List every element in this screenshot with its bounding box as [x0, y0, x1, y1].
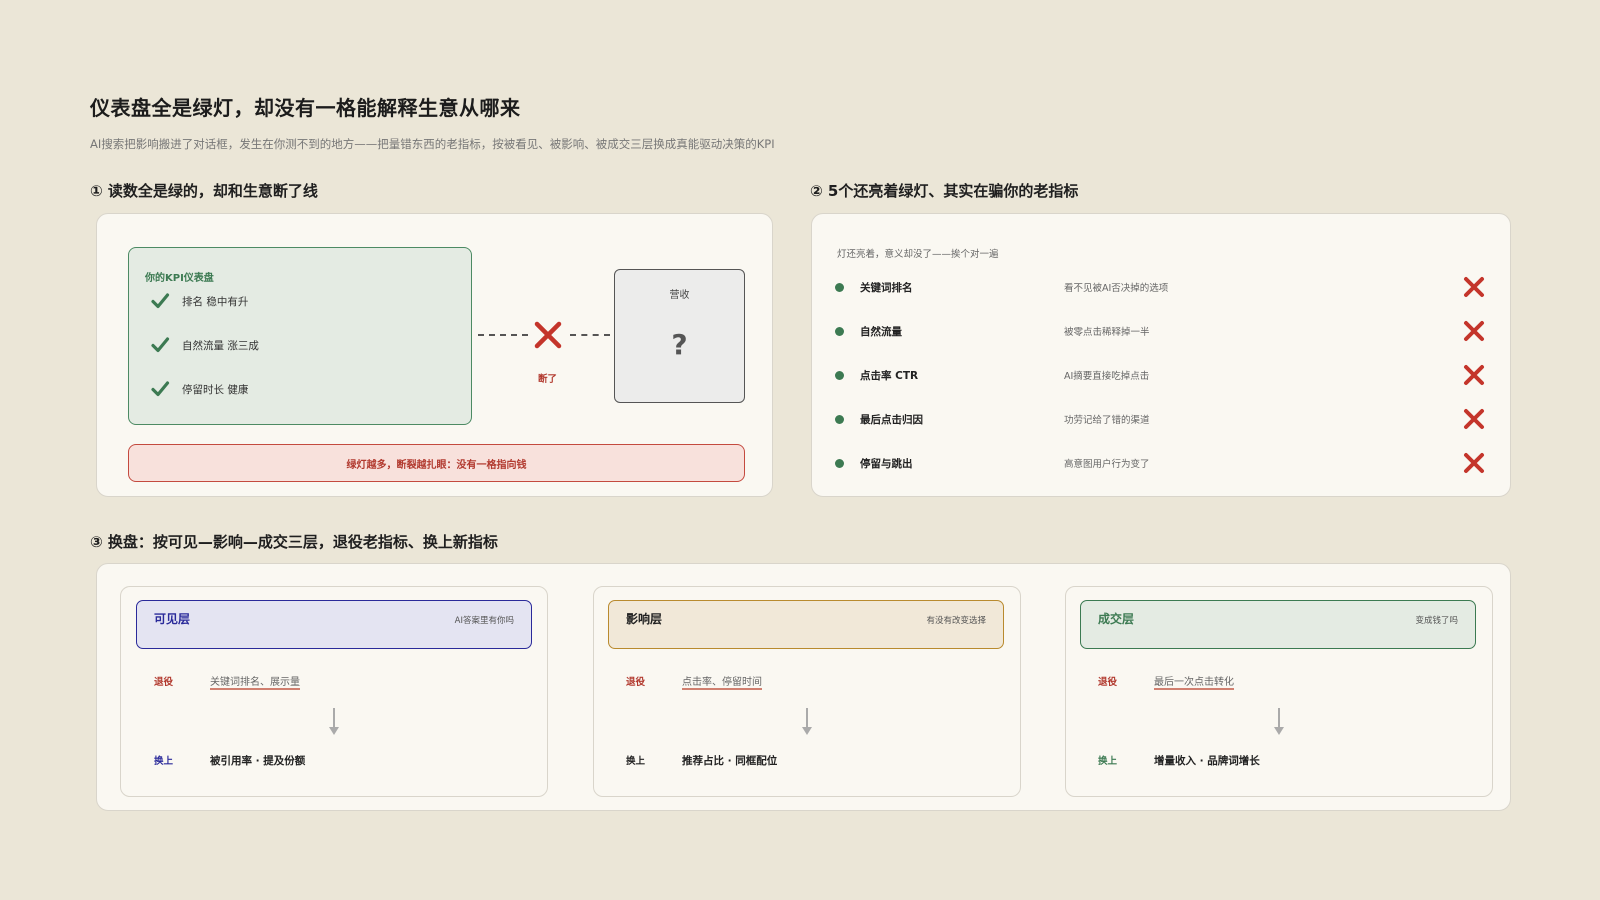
layer-question: 有没有改变选择 [926, 616, 986, 626]
cross-icon [1464, 365, 1484, 385]
alert-banner: 绿灯越多，断裂越扎眼：没有一格指向钱 [128, 444, 745, 482]
kpi-dashboard-title: 你的KPI仪表盘 [145, 273, 214, 284]
replace-tag: 换上 [154, 756, 174, 767]
kpi-item: 自然流量 涨三成 [150, 335, 259, 355]
retire-tag: 退役 [154, 677, 174, 688]
retired-metrics: 点击率、停留时间 [682, 677, 762, 688]
replace-tag: 换上 [1098, 756, 1118, 767]
status-dot [835, 282, 844, 292]
layer-name: 影响层 [626, 612, 663, 626]
arrow-down-icon [329, 708, 339, 735]
indicator-reason: 看不见被AI否决掉的选项 [1064, 283, 1169, 294]
indicator-reason: 高意图用户行为变了 [1064, 459, 1150, 470]
new-metrics: 推荐占比 · 同框配位 [682, 755, 778, 767]
status-dot [835, 370, 844, 380]
cross-icon [1464, 409, 1484, 429]
status-dot [835, 414, 844, 424]
indicator-name: 关键词排名 [860, 281, 913, 294]
list-item: 关键词排名 看不见被AI否决掉的选项 [835, 277, 1485, 297]
retire-tag: 退役 [1098, 677, 1118, 688]
list-item: 自然流量 被零点击稀释掉一半 [835, 321, 1485, 341]
break-x-icon [534, 321, 562, 349]
indicator-name: 自然流量 [860, 325, 902, 338]
kpi-item: 排名 稳中有升 [150, 291, 248, 311]
indicator-name: 最后点击归因 [860, 413, 923, 426]
layer-name: 可见层 [154, 612, 191, 626]
status-dot [835, 458, 844, 468]
arrow-down-icon [1274, 708, 1284, 735]
cross-icon [1464, 277, 1484, 297]
check-icon [151, 293, 170, 309]
section3-heading: ③ 换盘：按可见—影响—成交三层，退役老指标、换上新指标 [90, 533, 498, 551]
cross-icon [1464, 321, 1484, 341]
layer-question: AI答案里有你吗 [454, 616, 514, 626]
indicator-name: 停留与跳出 [860, 457, 913, 470]
section1-heading: ① 读数全是绿的，却和生意断了线 [90, 182, 318, 200]
break-label: 断了 [538, 374, 558, 385]
list-item: 最后点击归因 功劳记给了错的渠道 [835, 409, 1485, 429]
broken-link-line-right [570, 334, 610, 336]
section2-heading: ② 5个还亮着绿灯、其实在骗你的老指标 [810, 182, 1079, 200]
revenue-question-mark: ? [671, 328, 688, 361]
list-item: 点击率 CTR AI摘要直接吃掉点击 [835, 365, 1485, 385]
broken-link-line-left [478, 334, 528, 336]
kpi-item-label: 自然流量 涨三成 [182, 339, 259, 352]
retired-metrics: 关键词排名、展示量 [210, 677, 300, 688]
layer-name: 成交层 [1098, 612, 1135, 626]
kpi-item-label: 排名 稳中有升 [182, 295, 249, 308]
cross-icon [1464, 453, 1484, 473]
retire-tag: 退役 [626, 677, 646, 688]
indicator-reason: 功劳记给了错的渠道 [1064, 415, 1150, 426]
arrow-down-icon [802, 708, 812, 735]
revenue-label: 营收 [669, 290, 690, 301]
new-metrics: 增量收入 · 品牌词增长 [1154, 755, 1260, 767]
retired-metrics: 最后一次点击转化 [1154, 677, 1234, 688]
layer-question: 变成钱了吗 [1415, 616, 1458, 626]
indicator-name: 点击率 CTR [860, 369, 919, 382]
kpi-item-label: 停留时长 健康 [182, 383, 249, 396]
new-metrics: 被引用率 · 提及份额 [210, 755, 306, 767]
check-icon [151, 337, 170, 353]
indicator-reason: 被零点击稀释掉一半 [1064, 327, 1150, 338]
check-icon [151, 381, 170, 397]
list-item: 停留与跳出 高意图用户行为变了 [835, 453, 1485, 473]
replace-tag: 换上 [626, 756, 646, 767]
indicators-hint: 灯还亮着，意义却没了——挨个对一遍 [837, 249, 999, 260]
indicator-reason: AI摘要直接吃掉点击 [1064, 371, 1150, 382]
kpi-item: 停留时长 健康 [150, 379, 248, 399]
page-subtitle: AI搜索把影响搬进了对话框，发生在你测不到的地方——把量错东西的老指标，按被看见… [90, 137, 775, 151]
page-title: 仪表盘全是绿灯，却没有一格能解释生意从哪来 [90, 96, 521, 120]
status-dot [835, 326, 844, 336]
